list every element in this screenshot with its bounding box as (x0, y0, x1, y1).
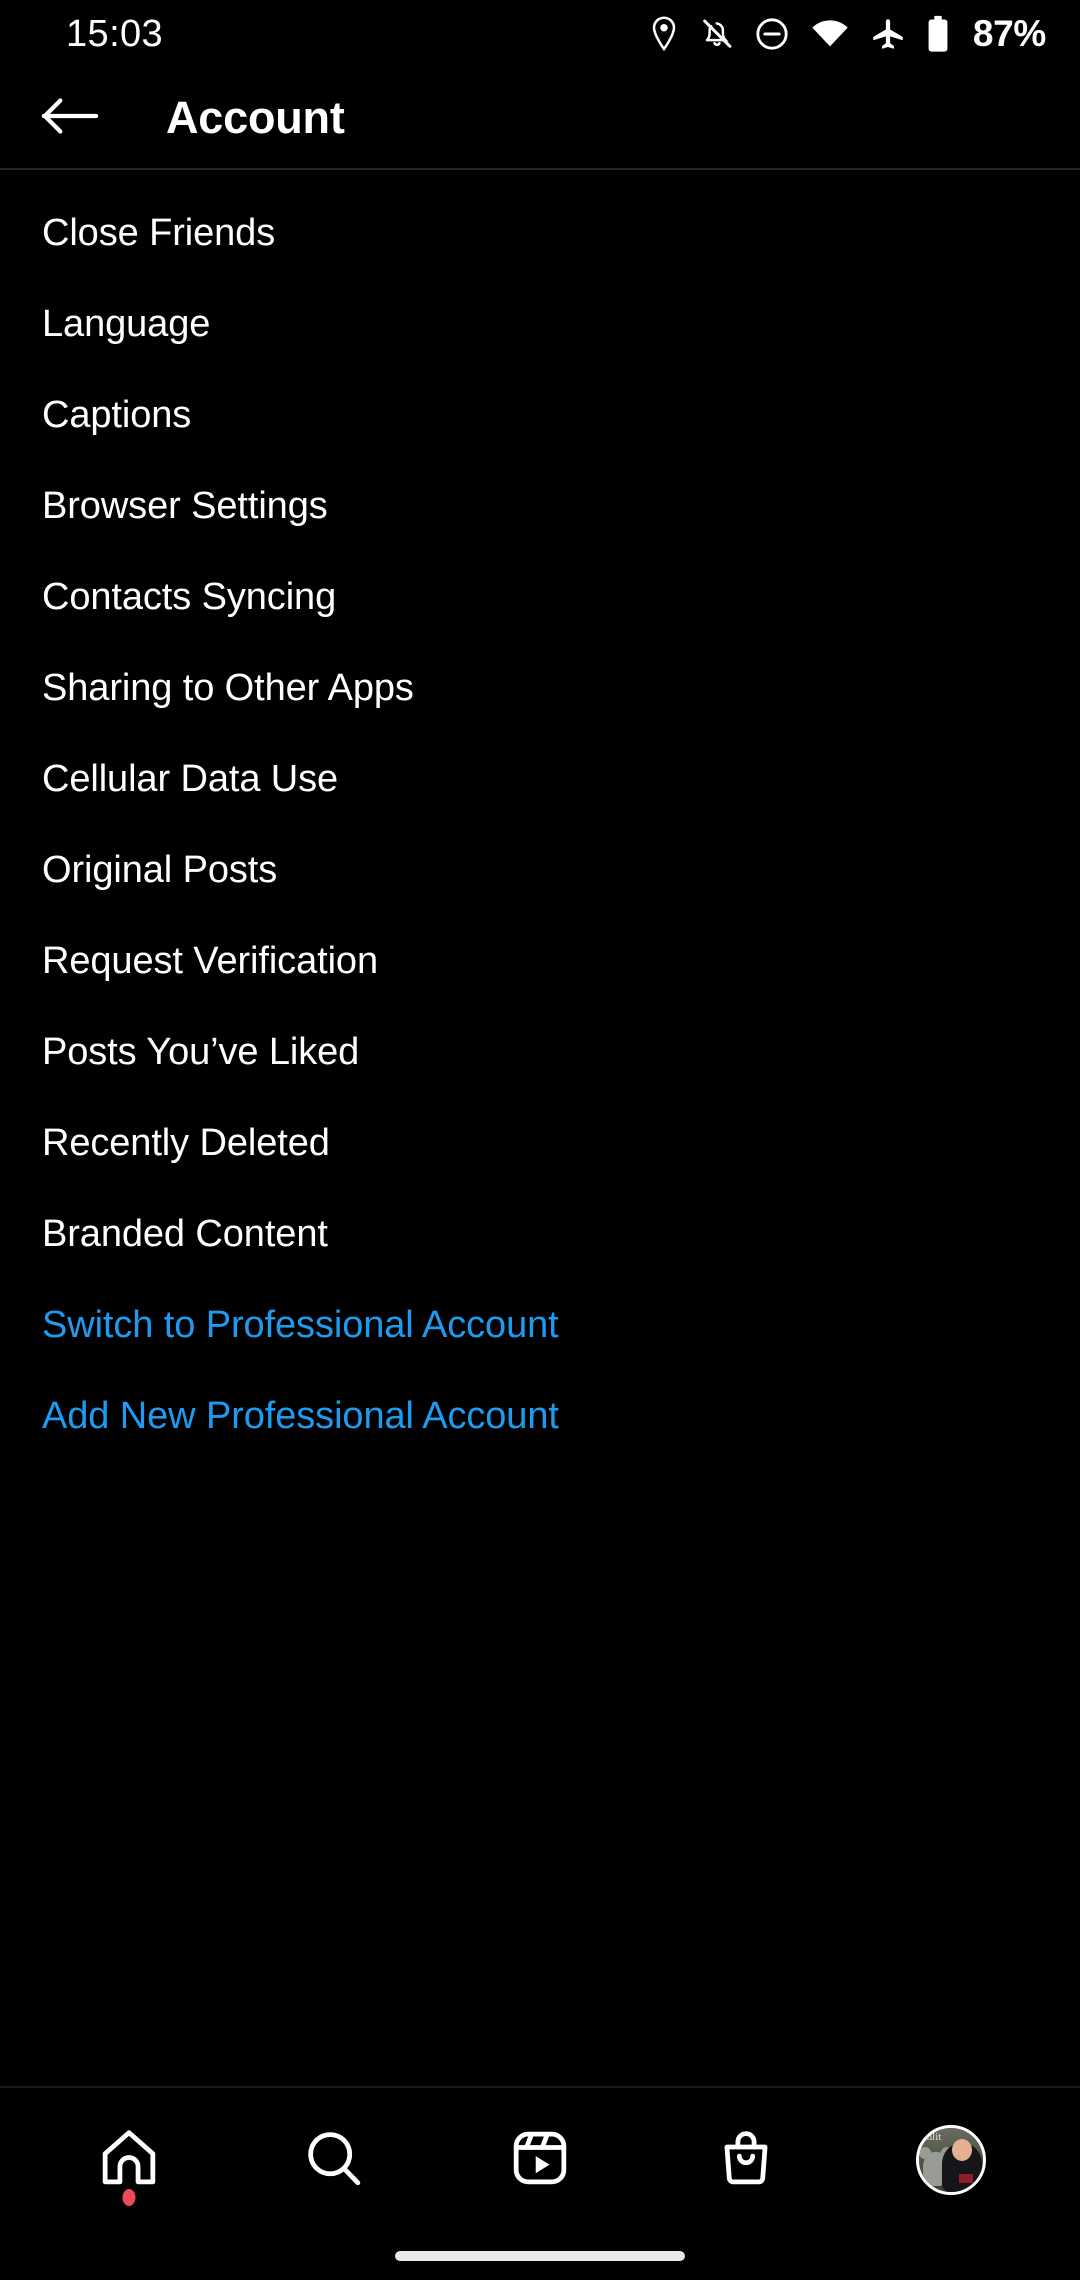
list-item-label: Browser Settings (42, 485, 328, 527)
gesture-home-bar[interactable] (395, 2251, 685, 2261)
list-item-sharing-to-other-apps[interactable]: Sharing to Other Apps (0, 643, 1080, 734)
do-not-disturb-icon (755, 17, 789, 51)
list-item-label: Original Posts (42, 849, 278, 891)
battery-percentage: 87% (972, 13, 1046, 54)
avatar-shirt-logo (959, 2174, 974, 2183)
nav-item-home[interactable] (71, 2102, 187, 2218)
list-item-original-posts[interactable]: Original Posts (0, 825, 1080, 916)
wifi-icon (811, 19, 849, 49)
list-item-posts-youve-liked[interactable]: Posts You’ve Liked (0, 1007, 1080, 1098)
list-item-request-verification[interactable]: Request Verification (0, 916, 1080, 1007)
settings-list: Close Friends Language Captions Browser … (0, 170, 1080, 2086)
page-header: Account (0, 68, 1080, 168)
shop-icon (715, 2127, 777, 2194)
list-item-label: Captions (42, 394, 192, 436)
list-item-language[interactable]: Language (0, 279, 1080, 370)
list-item-recently-deleted[interactable]: Recently Deleted (0, 1098, 1080, 1189)
home-notification-badge (122, 2189, 136, 2206)
status-bar: 15:03 87% (0, 0, 1080, 68)
list-item-contacts-syncing[interactable]: Contacts Syncing (0, 552, 1080, 643)
status-bar-icons: 87% (649, 13, 1046, 55)
list-item-branded-content[interactable]: Branded Content (0, 1189, 1080, 1280)
page-title: Account (166, 92, 345, 143)
list-item-label: Close Friends (42, 212, 276, 254)
profile-avatar: onlit (916, 2125, 987, 2195)
list-item-label: Recently Deleted (42, 1122, 330, 1164)
list-item-label: Cellular Data Use (42, 758, 339, 800)
battery-icon (927, 15, 949, 53)
status-bar-clock: 15:03 (66, 12, 164, 55)
back-arrow-icon (41, 96, 99, 141)
home-icon (98, 2127, 160, 2194)
list-item-label: Branded Content (42, 1213, 328, 1255)
list-item-label: Sharing to Other Apps (42, 667, 414, 709)
instagram-account-settings-screen: 15:03 87% Account Close Friends Language… (0, 0, 1080, 2280)
list-item-cellular-data-use[interactable]: Cellular Data Use (0, 734, 1080, 825)
list-item-browser-settings[interactable]: Browser Settings (0, 461, 1080, 552)
list-item-label: Posts You’ve Liked (42, 1031, 360, 1073)
location-pin-icon (649, 16, 679, 52)
back-button[interactable] (34, 82, 106, 154)
list-item-label: Language (42, 303, 211, 345)
list-item-label: Switch to Professional Account (42, 1304, 559, 1346)
notifications-off-icon (701, 16, 733, 52)
bottom-navigation-bar: onlit (0, 2086, 1080, 2232)
list-item-add-new-professional-account[interactable]: Add New Professional Account (0, 1371, 1080, 1462)
list-item-captions[interactable]: Captions (0, 370, 1080, 461)
reels-icon (509, 2127, 571, 2194)
airplane-mode-icon (871, 17, 905, 51)
avatar-banner-text: onlit (921, 2131, 942, 2143)
search-icon (303, 2127, 365, 2194)
nav-item-profile[interactable]: onlit (893, 2102, 1009, 2218)
nav-item-search[interactable] (276, 2102, 392, 2218)
list-item-close-friends[interactable]: Close Friends (0, 188, 1080, 279)
list-item-label: Request Verification (42, 940, 378, 982)
list-item-label: Contacts Syncing (42, 576, 337, 618)
nav-item-reels[interactable] (482, 2102, 598, 2218)
list-item-label: Add New Professional Account (42, 1395, 559, 1437)
nav-item-shop[interactable] (688, 2102, 804, 2218)
list-item-switch-to-professional-account[interactable]: Switch to Professional Account (0, 1280, 1080, 1371)
gesture-navigation-area (0, 2232, 1080, 2280)
